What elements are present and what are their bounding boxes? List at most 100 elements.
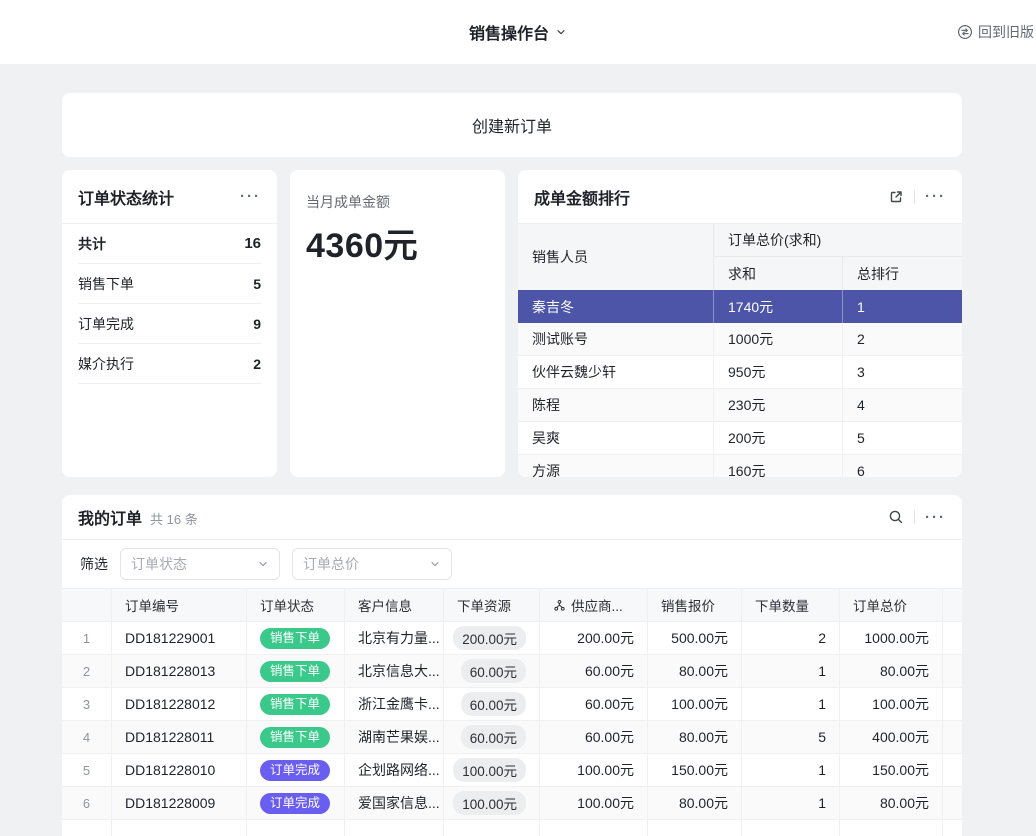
rank-person: 陈程 (518, 389, 714, 421)
rank-sum: 230元 (714, 389, 843, 421)
stat-row: 销售下单 5 (78, 264, 261, 304)
order-row[interactable]: 6 DD181228009 订单完成 爱国家信息... 100.00元 100.… (62, 787, 962, 820)
resource-pill: 60.00元 (461, 659, 526, 683)
more-menu-icon[interactable]: ··· (240, 189, 261, 204)
app-switcher[interactable]: 销售操作台 (469, 20, 567, 44)
order-status-stats-card: 订单状态统计 ··· 共计 16 销售下单 5 订单完成 9 媒介执行 (62, 170, 277, 477)
ranking-row[interactable]: 伙伴云魏少轩 950元 3 (518, 356, 962, 389)
rank-person: 吴爽 (518, 422, 714, 454)
resource-pill: 60.00元 (461, 725, 526, 749)
stat-row-total: 共计 16 (78, 224, 261, 264)
sales-quote: 80.00元 (648, 655, 742, 687)
order-total: 80.00元 (840, 787, 943, 819)
stat-label: 共计 (78, 234, 106, 254)
status-badge: 订单完成 (260, 793, 330, 814)
stat-label: 订单完成 (78, 314, 134, 334)
order-id: DD181228013 (112, 655, 247, 687)
monthly-amount-label: 当月成单金额 (306, 192, 489, 212)
ranking-table: 销售人员 订单总价(求和) 求和 总排行 秦吉冬 1740元 1 测试账 (518, 224, 962, 477)
supplier-price: 60.00元 (540, 688, 648, 720)
ranking-row[interactable]: 陈程 230元 4 (518, 389, 962, 422)
page-title: 销售操作台 (469, 20, 549, 44)
rank-rank: 5 (843, 422, 962, 454)
col-header-rank: 总排行 (843, 257, 962, 290)
col-header-status[interactable]: 订单状态 (247, 589, 345, 621)
resource-pill: 100.00元 (453, 758, 526, 782)
customer-info: 企划路网络... (345, 754, 444, 786)
search-icon[interactable] (888, 509, 904, 525)
order-id: DD181228010 (112, 754, 247, 786)
monthly-amount-value: 4360元 (306, 218, 489, 267)
rank-rank: 2 (843, 323, 962, 355)
col-header-person: 销售人员 (518, 224, 714, 290)
row-spacer (943, 787, 962, 819)
col-header-quote[interactable]: 销售报价 (648, 589, 742, 621)
stat-label: 销售下单 (78, 274, 134, 294)
ranking-row[interactable]: 吴爽 200元 5 (518, 422, 962, 455)
row-index: 2 (62, 655, 112, 687)
order-qty: 1 (742, 688, 840, 720)
order-total-filter-select[interactable]: 订单总价 (292, 548, 452, 580)
col-header-order-id[interactable]: 订单编号 (112, 589, 247, 621)
order-id: DD181229001 (112, 622, 247, 654)
order-row[interactable]: 1 DD181229001 销售下单 北京有力量... 200.00元 200.… (62, 622, 962, 655)
col-header-qty[interactable]: 下单数量 (742, 589, 840, 621)
order-row[interactable]: 4 DD181228011 销售下单 湖南芒果娱... 60.00元 60.00… (62, 721, 962, 754)
monthly-amount-card: 当月成单金额 4360元 (290, 170, 505, 477)
my-orders-card: 我的订单 共 16 条 ··· 筛选 订单状态 (62, 495, 962, 836)
top-bar: 销售操作台 回到旧版 (0, 0, 1036, 64)
more-menu-icon[interactable]: ··· (925, 510, 946, 525)
ranking-row[interactable]: 方源 160元 6 (518, 455, 962, 477)
more-menu-icon[interactable]: ··· (925, 189, 946, 204)
linked-record-icon (553, 599, 566, 612)
supplier-price: 60.00元 (540, 721, 648, 753)
supplier-price: 100.00元 (540, 787, 648, 819)
stat-value: 5 (253, 276, 261, 292)
back-to-old-label: 回到旧版 (978, 22, 1034, 42)
order-total: 400.00元 (840, 721, 943, 753)
col-header-spacer (943, 589, 962, 621)
order-row-partial (62, 820, 962, 836)
order-qty: 1 (742, 655, 840, 687)
row-index: 1 (62, 622, 112, 654)
chevron-down-icon (257, 558, 269, 570)
resource-pill: 100.00元 (453, 791, 526, 815)
row-index: 5 (62, 754, 112, 786)
resource-pill: 60.00元 (461, 692, 526, 716)
col-header-supplier-label: 供应商... (571, 595, 623, 615)
order-row[interactable]: 5 DD181228010 订单完成 企划路网络... 100.00元 100.… (62, 754, 962, 787)
status-badge: 销售下单 (260, 694, 330, 715)
col-header-sum: 求和 (714, 257, 843, 290)
order-total-filter-placeholder: 订单总价 (303, 554, 359, 574)
sales-quote: 500.00元 (648, 622, 742, 654)
supplier-price: 60.00元 (540, 655, 648, 687)
supplier-price: 100.00元 (540, 754, 648, 786)
col-header-total[interactable]: 订单总价 (840, 589, 943, 621)
col-header-supplier[interactable]: 供应商... (540, 589, 648, 621)
sales-quote: 150.00元 (648, 754, 742, 786)
order-row[interactable]: 2 DD181228013 销售下单 北京信息大... 60.00元 60.00… (62, 655, 962, 688)
customer-info: 湖南芒果娱... (345, 721, 444, 753)
rank-sum: 200元 (714, 422, 843, 454)
rank-rank: 6 (843, 455, 962, 477)
order-row[interactable]: 3 DD181228012 销售下单 浙江金鹰卡... 60.00元 60.00… (62, 688, 962, 721)
order-qty: 1 (742, 787, 840, 819)
customer-info: 北京信息大... (345, 655, 444, 687)
stat-row: 媒介执行 2 (78, 344, 261, 384)
col-header-total-sum: 订单总价(求和) (714, 224, 962, 257)
ranking-row[interactable]: 测试账号 1000元 2 (518, 323, 962, 356)
col-header-index (62, 589, 112, 621)
order-id: DD181228009 (112, 787, 247, 819)
sales-ranking-card: 成单金额排行 ··· 销售人员 订单总价(求和) (518, 170, 962, 477)
create-new-order-button[interactable]: 创建新订单 (62, 93, 962, 157)
create-new-order-label: 创建新订单 (472, 113, 552, 137)
rank-person: 测试账号 (518, 323, 714, 355)
open-in-new-icon[interactable] (888, 189, 904, 205)
main-content: 创建新订单 订单状态统计 ··· 共计 16 销售下单 5 订单完成 9 (62, 64, 962, 836)
col-header-resource[interactable]: 下单资源 (444, 589, 540, 621)
col-header-customer[interactable]: 客户信息 (345, 589, 444, 621)
back-to-old-version-button[interactable]: 回到旧版 (957, 0, 1034, 64)
rank-person: 方源 (518, 455, 714, 477)
order-status-filter-select[interactable]: 订单状态 (120, 548, 280, 580)
ranking-row[interactable]: 秦吉冬 1740元 1 (518, 290, 962, 323)
